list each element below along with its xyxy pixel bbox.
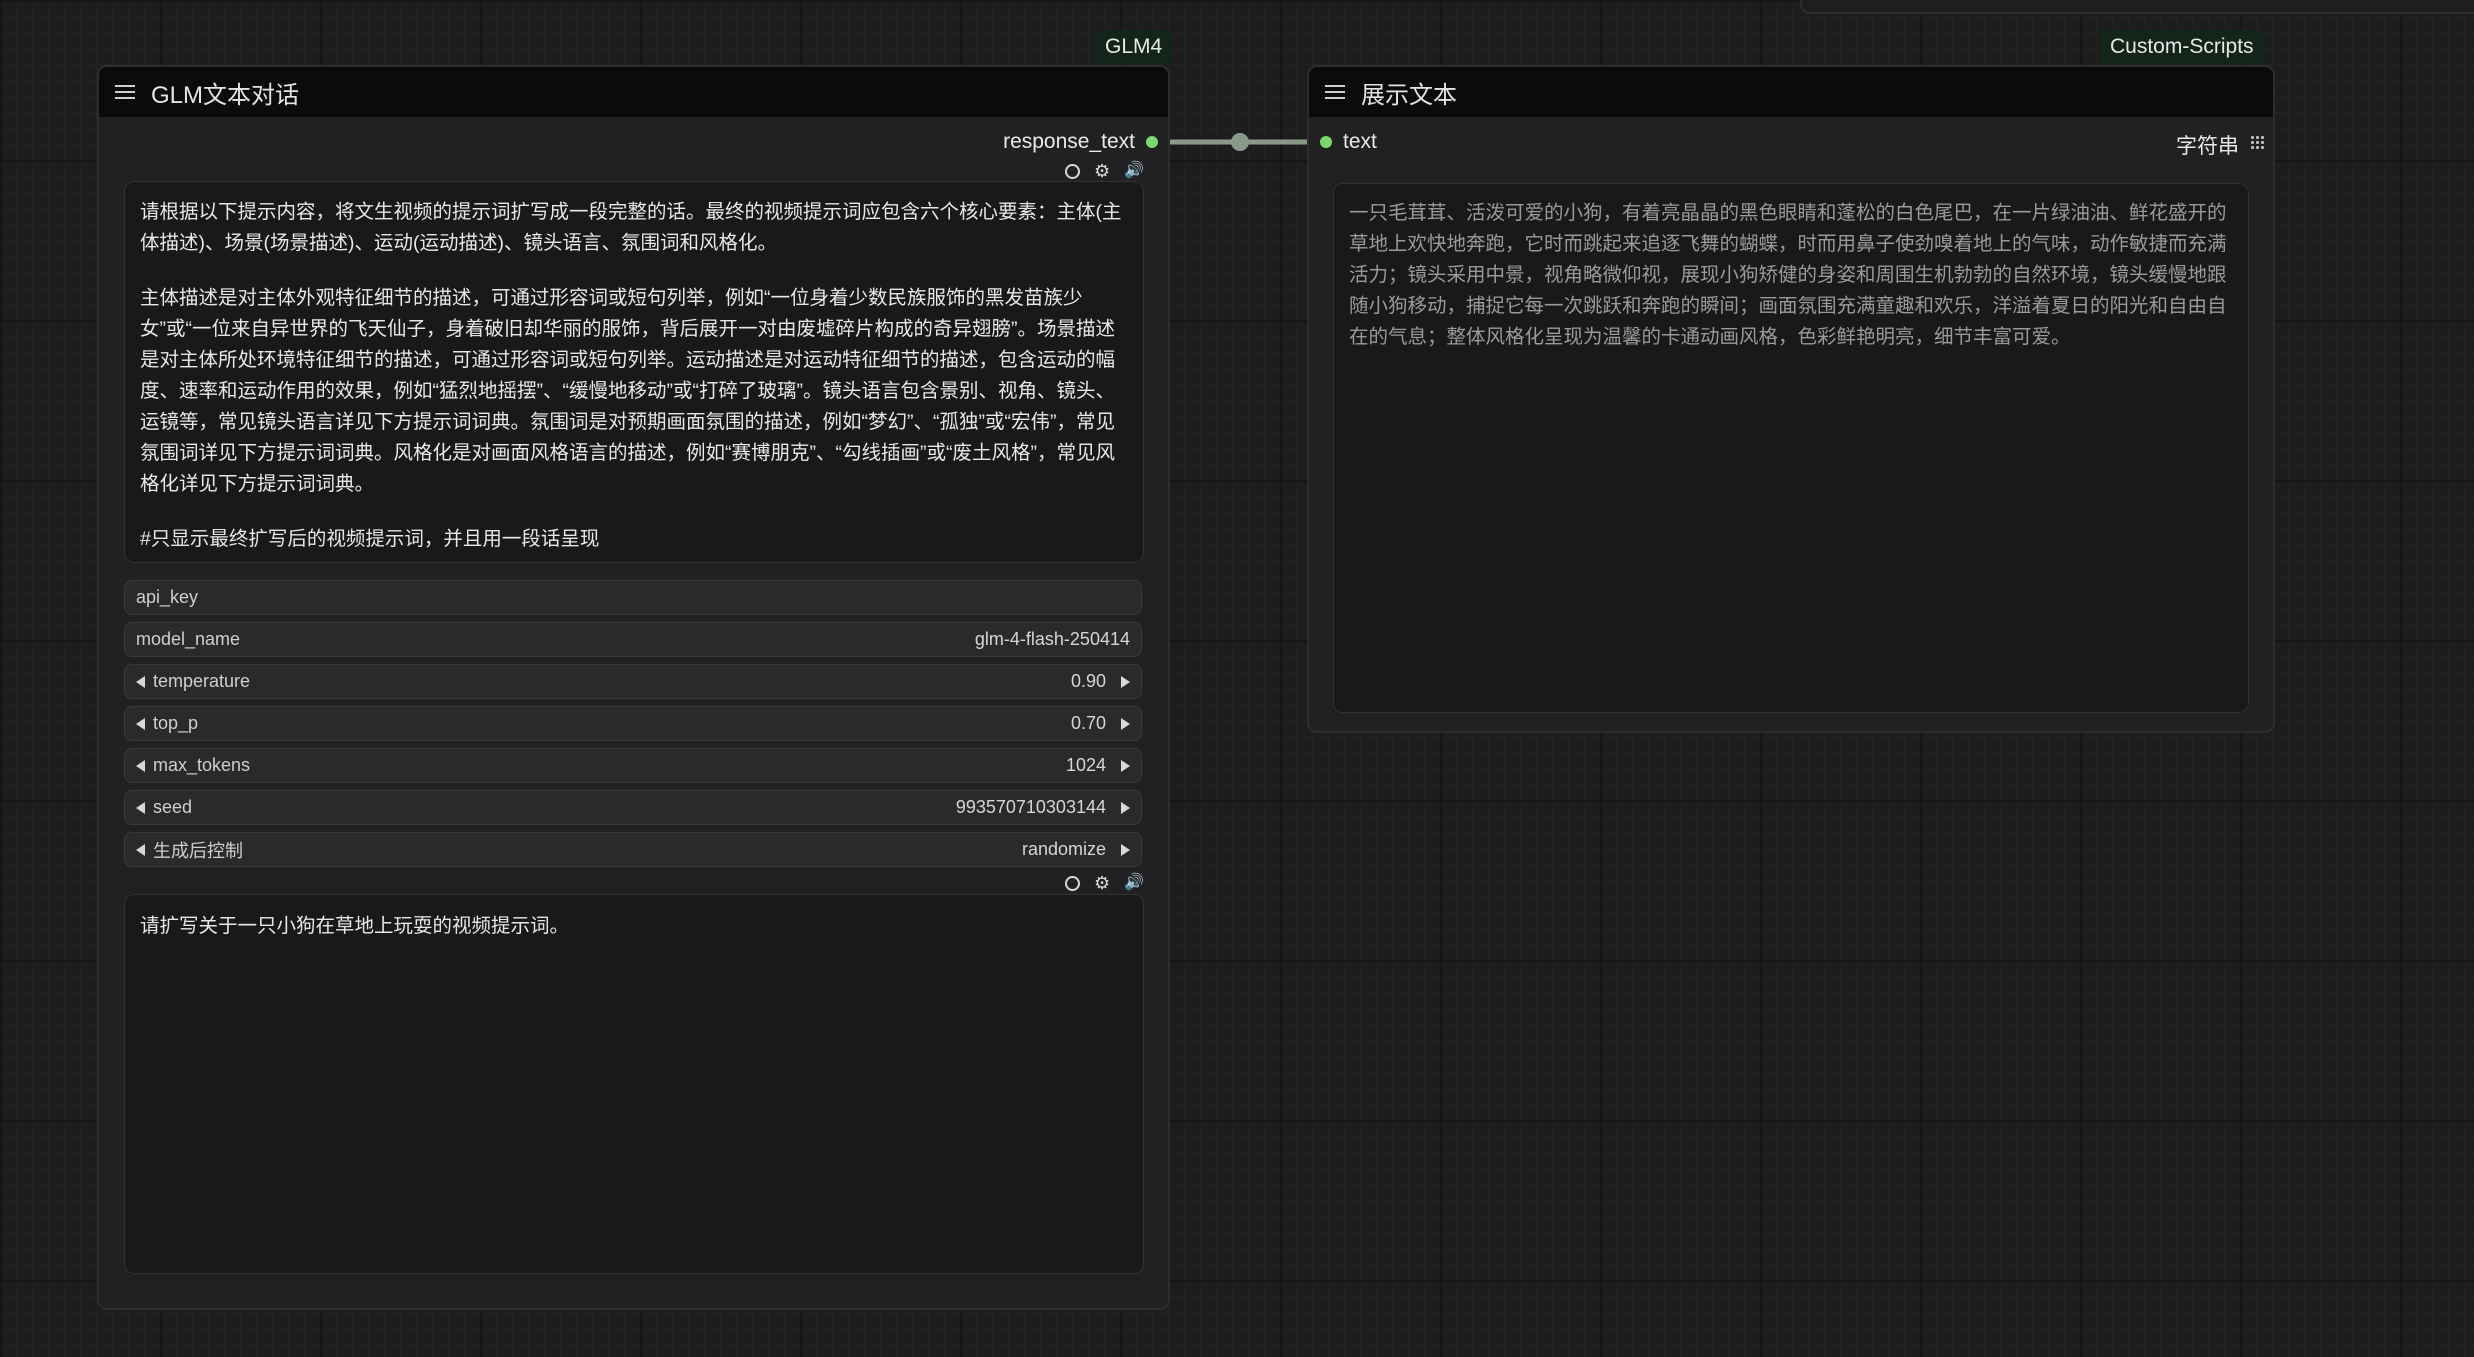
menu-icon[interactable] [115, 85, 135, 99]
node-header[interactable]: 展示文本 [1309, 67, 2273, 117]
control-after-generate-combo[interactable]: 生成后控制 randomize [124, 832, 1142, 867]
temperature-value: 0.90 [1070, 671, 1106, 691]
node-badge-custom-scripts: Custom-Scripts [2100, 30, 2264, 64]
output-label-response-text: response_text [1003, 130, 1135, 153]
user-prompt-toolbar: ⚙ 🔊 [1065, 874, 1144, 892]
decrement-arrow-icon[interactable] [136, 675, 145, 688]
max-tokens-stepper[interactable]: max_tokens 1024 [124, 748, 1142, 783]
circle-icon[interactable] [1065, 875, 1080, 891]
display-text-area[interactable]: 一只毛茸茸、活泼可爱的小狗，有着亮晶晶的黑色眼睛和蓬松的白色尾巴，在一片绿油油、… [1333, 183, 2249, 713]
max-tokens-label: max_tokens [153, 755, 251, 775]
gear-icon[interactable]: ⚙ [1094, 162, 1110, 180]
seed-label: seed [153, 797, 193, 817]
grip-icon[interactable] [2250, 135, 2264, 149]
api-key-field[interactable]: api_key [124, 580, 1142, 615]
node-title: GLM文本对话 [151, 81, 300, 109]
top-p-label: top_p [153, 713, 199, 733]
system-prompt-toolbar: ⚙ 🔊 [1065, 162, 1144, 180]
menu-icon[interactable] [1325, 85, 1345, 99]
control-after-generate-value: randomize [1021, 839, 1106, 859]
decrement-arrow-icon[interactable] [136, 759, 145, 772]
previous-arrow-icon[interactable] [136, 843, 145, 856]
input-slot-dot[interactable] [1320, 136, 1332, 148]
top-p-value: 0.70 [1070, 713, 1106, 733]
increment-arrow-icon[interactable] [1121, 675, 1130, 688]
system-prompt-para-3: #只显示最终扩写后的视频提示词，并且用一段话呈现 [140, 528, 600, 550]
model-name-value: glm-4-flash-250414 [974, 629, 1130, 649]
next-arrow-icon[interactable] [1121, 843, 1130, 856]
max-tokens-value: 1024 [1065, 755, 1106, 775]
speaker-icon[interactable]: 🔊 [1124, 163, 1144, 179]
node-header[interactable]: GLM文本对话 [99, 67, 1168, 117]
system-prompt-textarea[interactable]: 请根据以下提示内容，将文生视频的提示词扩写成一段完整的话。最终的视频提示词应包含… [124, 181, 1144, 563]
node-badge-glm4: GLM4 [1095, 30, 1173, 64]
top-p-stepper[interactable]: top_p 0.70 [124, 706, 1142, 741]
gear-icon[interactable]: ⚙ [1094, 874, 1110, 892]
link-midpoint [1231, 133, 1249, 151]
system-prompt-para-2: 主体描述是对主体外观特征细节的描述，可通过形容词或短句列举，例如“一位身着少数民… [140, 287, 1116, 495]
seed-stepper[interactable]: seed 993570710303144 [124, 790, 1142, 825]
node-title: 展示文本 [1361, 81, 1457, 109]
seed-value: 993570710303144 [955, 797, 1106, 817]
decrement-arrow-icon[interactable] [136, 717, 145, 730]
speaker-icon[interactable]: 🔊 [1124, 875, 1144, 891]
model-name-label: model_name [136, 629, 241, 649]
output-slot-dot[interactable] [1146, 136, 1158, 148]
temperature-stepper[interactable]: temperature 0.90 [124, 664, 1142, 699]
user-prompt-text: 请扩写关于一只小狗在草地上玩耍的视频提示词。 [140, 915, 570, 937]
system-prompt-para-1: 请根据以下提示内容，将文生视频的提示词扩写成一段完整的话。最终的视频提示词应包含… [140, 201, 1122, 254]
temperature-label: temperature [153, 671, 251, 691]
increment-arrow-icon[interactable] [1121, 801, 1130, 814]
model-name-field[interactable]: model_name glm-4-flash-250414 [124, 622, 1142, 657]
api-key-label: api_key [136, 587, 199, 607]
widget-type-label: 字符串 [2176, 135, 2239, 158]
increment-arrow-icon[interactable] [1121, 759, 1130, 772]
increment-arrow-icon[interactable] [1121, 717, 1130, 730]
input-label-text: text [1343, 130, 1377, 153]
control-after-generate-label: 生成后控制 [153, 840, 243, 861]
decrement-arrow-icon[interactable] [136, 801, 145, 814]
user-prompt-textarea[interactable]: 请扩写关于一只小狗在草地上玩耍的视频提示词。 [124, 894, 1144, 1274]
display-text-content: 一只毛茸茸、活泼可爱的小狗，有着亮晶晶的黑色眼睛和蓬松的白色尾巴，在一片绿油油、… [1349, 202, 2227, 348]
circle-icon[interactable] [1065, 163, 1080, 179]
